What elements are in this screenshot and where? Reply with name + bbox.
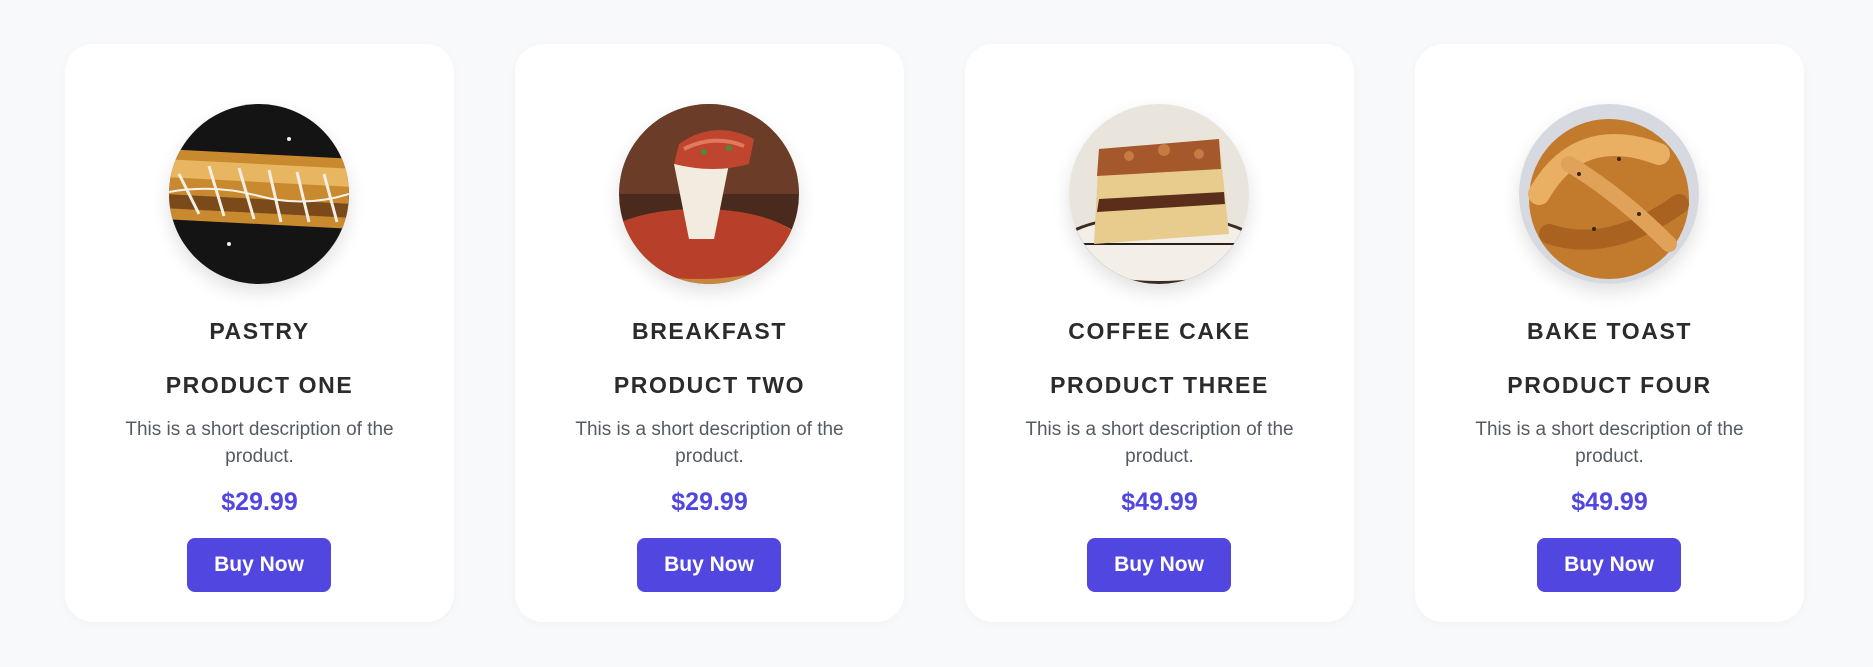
pastry-photo-icon: [169, 104, 349, 284]
product-category: PASTRY: [209, 318, 310, 344]
product-price: $29.99: [671, 488, 748, 516]
product-price: $49.99: [1121, 488, 1198, 516]
buy-now-button[interactable]: Buy Now: [1087, 538, 1231, 592]
product-image: [619, 104, 799, 284]
product-description: This is a short description of the produ…: [125, 419, 394, 467]
product-image: [169, 104, 349, 284]
buy-now-button[interactable]: Buy Now: [1537, 538, 1681, 592]
product-card: COFFEE CAKE PRODUCT THREE This is a shor…: [965, 44, 1354, 622]
product-category: BREAKFAST: [632, 318, 787, 344]
product-image: [1519, 104, 1699, 284]
product-price: $29.99: [221, 488, 298, 516]
product-image: [1069, 104, 1249, 284]
product-card: PASTRY PRODUCT ONE This is a short descr…: [65, 44, 454, 622]
product-card: BREAKFAST PRODUCT TWO This is a short de…: [515, 44, 904, 622]
product-description: This is a short description of the produ…: [1475, 419, 1744, 467]
product-category: BAKE TOAST: [1526, 318, 1693, 344]
product-description: This is a short description of the produ…: [1025, 419, 1294, 467]
product-grid: PASTRY PRODUCT ONE This is a short descr…: [0, 0, 1873, 667]
product-name: PRODUCT FOUR: [1507, 372, 1712, 398]
product-name: PRODUCT THREE: [1050, 372, 1269, 398]
sweet-bread-photo-icon: [1519, 104, 1699, 284]
product-category: COFFEE CAKE: [1068, 318, 1251, 344]
coffee-cake-photo-icon: [1069, 104, 1249, 284]
product-name: PRODUCT ONE: [165, 372, 354, 398]
buy-now-button[interactable]: Buy Now: [187, 538, 331, 592]
deep-dish-pizza-photo-icon: [619, 104, 799, 284]
product-description: This is a short description of the produ…: [575, 419, 844, 467]
product-price: $49.99: [1571, 488, 1648, 516]
product-card: BAKE TOAST PRODUCT FOUR This is a short …: [1415, 44, 1804, 622]
product-name: PRODUCT TWO: [613, 372, 806, 398]
buy-now-button[interactable]: Buy Now: [637, 538, 781, 592]
